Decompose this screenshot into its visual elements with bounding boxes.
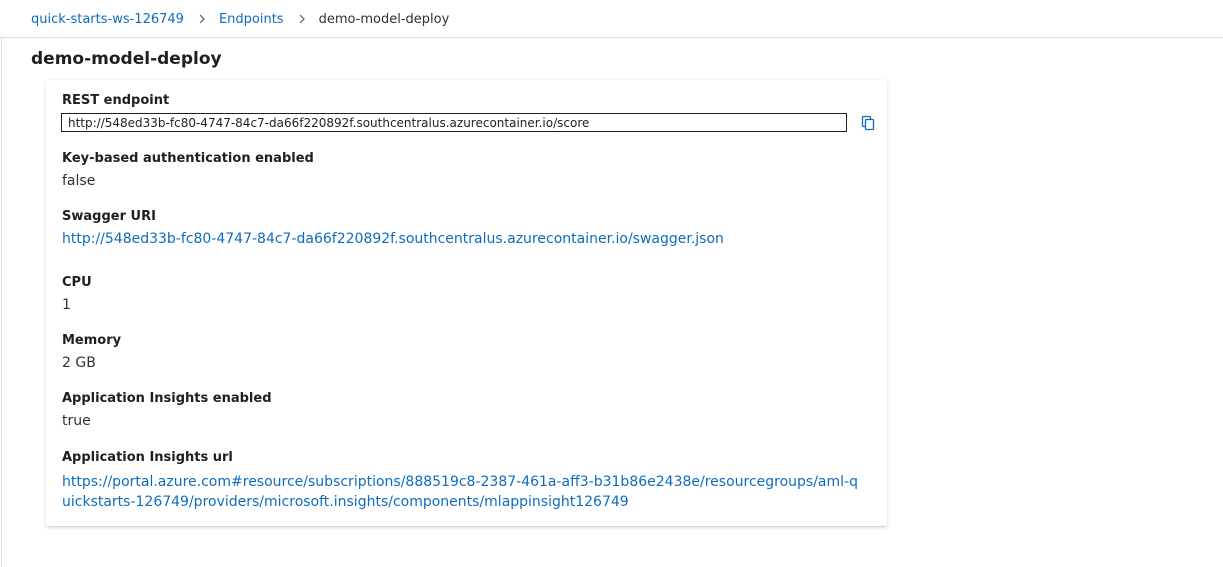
breadcrumb-workspace-link[interactable]: quick-starts-ws-126749 — [31, 12, 184, 27]
chevron-right-icon — [298, 14, 306, 24]
chevron-right-icon — [198, 14, 206, 24]
copy-button[interactable] — [859, 114, 877, 132]
breadcrumb-current: demo-model-deploy — [318, 11, 450, 27]
rest-endpoint-field[interactable] — [61, 113, 847, 132]
breadcrumb-endpoints-link[interactable]: Endpoints — [219, 12, 284, 27]
rest-endpoint-label: REST endpoint — [62, 93, 170, 108]
page-title: demo-model-deploy — [31, 49, 222, 69]
key-auth-value: false — [62, 173, 96, 189]
app-insights-url-label: Application Insights url — [62, 450, 233, 465]
header-divider — [0, 37, 1223, 38]
memory-label: Memory — [62, 333, 122, 348]
app-insights-enabled-label: Application Insights enabled — [62, 391, 272, 406]
swagger-uri-label: Swagger URI — [62, 209, 156, 224]
swagger-uri-link[interactable]: http://548ed33b-fc80-4747-84c7-da66f2208… — [62, 231, 724, 247]
app-insights-url-link[interactable]: https://portal.azure.com#resource/subscr… — [62, 472, 862, 512]
copy-icon — [859, 114, 877, 132]
app-insights-enabled-value: true — [62, 413, 91, 429]
cpu-label: CPU — [62, 275, 92, 290]
content-left-border — [1, 38, 2, 567]
key-auth-label: Key-based authentication enabled — [62, 151, 314, 166]
breadcrumb: quick-starts-ws-126749 Endpoints demo-mo… — [31, 9, 449, 29]
cpu-value: 1 — [62, 297, 71, 313]
endpoint-details-page: quick-starts-ws-126749 Endpoints demo-mo… — [0, 0, 1223, 567]
memory-value: 2 GB — [62, 355, 96, 371]
